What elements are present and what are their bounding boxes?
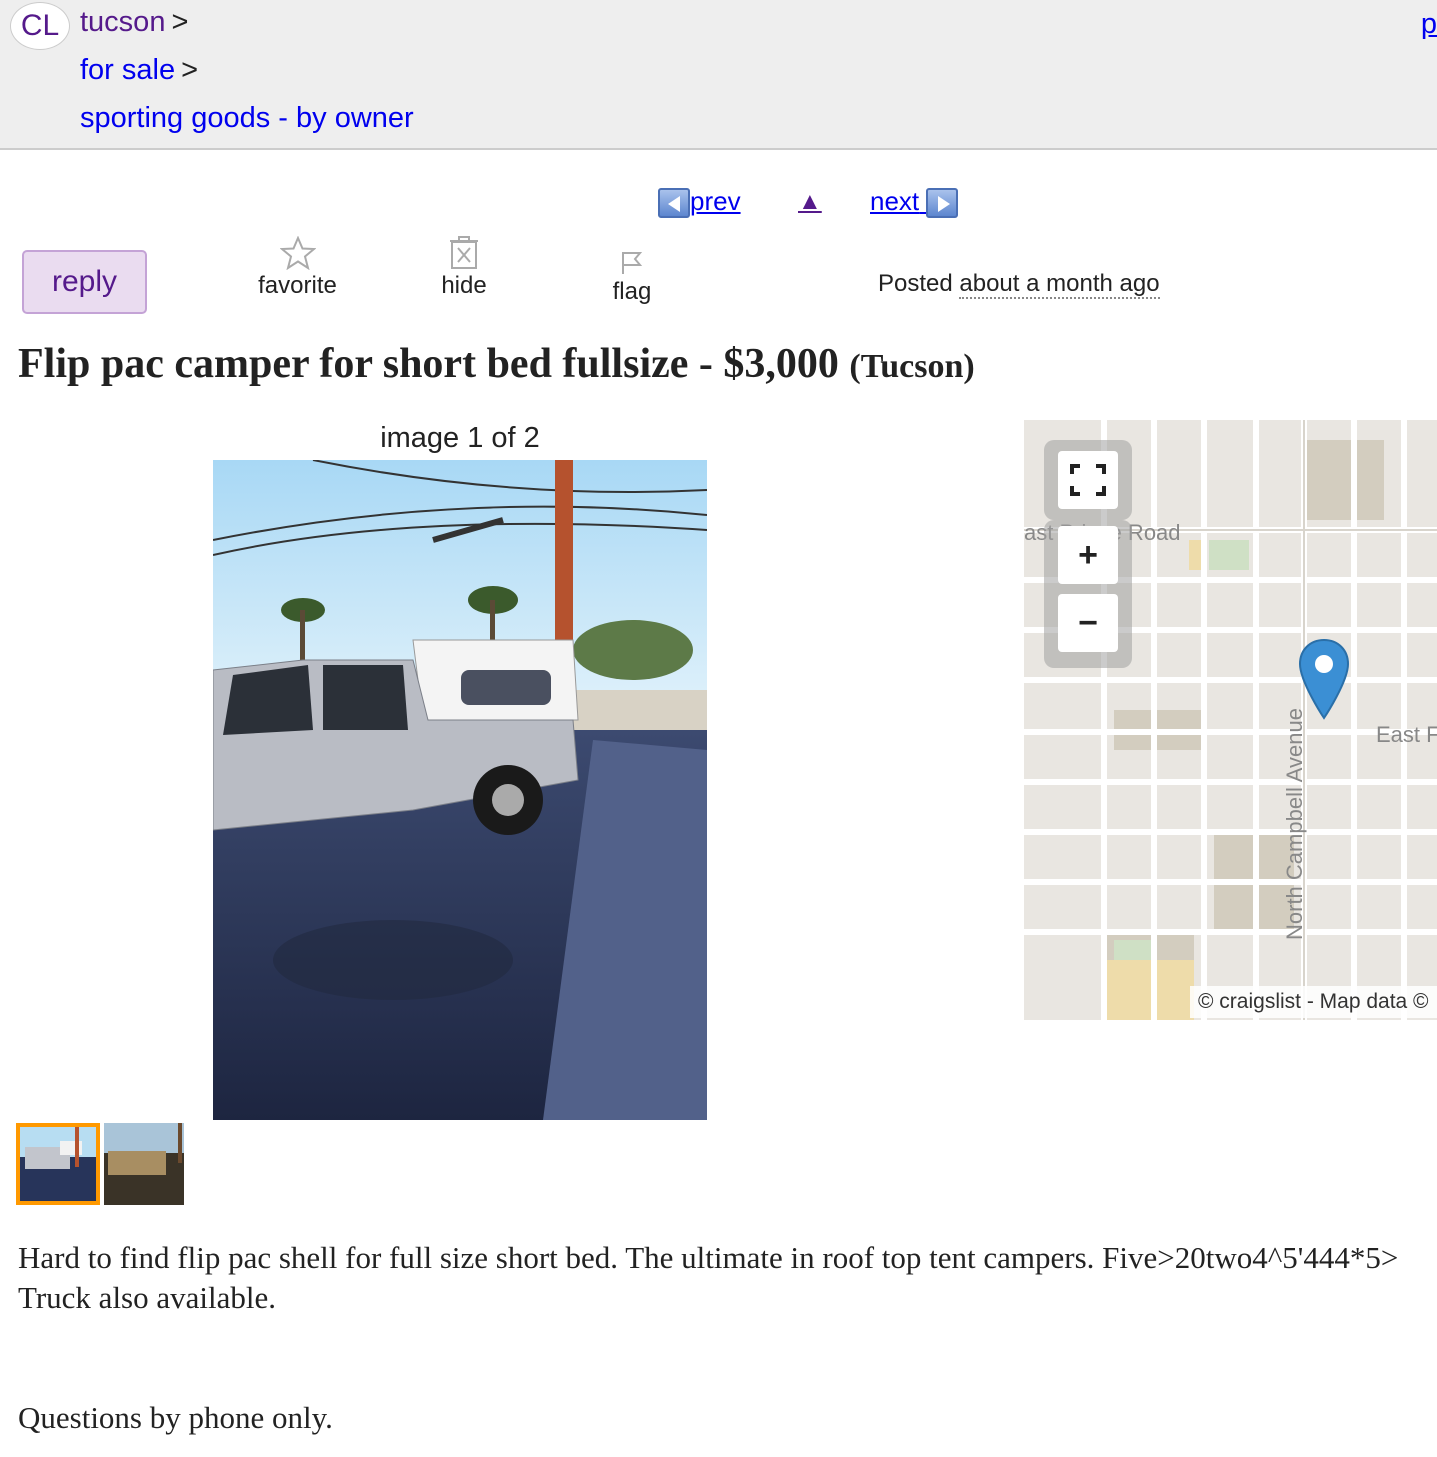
- map-street-campbell: North Campbell Avenue: [1282, 708, 1307, 940]
- hide-button[interactable]: hide: [432, 236, 496, 300]
- breadcrumb-link-tucson[interactable]: tucson: [80, 6, 165, 38]
- body-line-3: Questions by phone only.: [18, 1400, 333, 1435]
- trash-x-icon: [450, 236, 478, 269]
- posted-relative-time: about a month ago: [959, 270, 1160, 299]
- up-to-search-link[interactable]: ▲: [798, 188, 822, 216]
- map-street-east: East F: [1376, 722, 1437, 747]
- breadcrumb-separator: >: [181, 54, 199, 86]
- craigslist-logo[interactable]: CL: [10, 2, 70, 50]
- image-counter: image 1 of 2: [380, 422, 540, 454]
- prev-link[interactable]: prev: [658, 186, 741, 219]
- breadcrumb-sporting-goods: sporting goods - by owner: [80, 102, 414, 135]
- zoom-in-button[interactable]: +: [1058, 526, 1118, 584]
- thumbnail-1[interactable]: [16, 1123, 100, 1205]
- posting-title: Flip pac camper for short bed fullsize -…: [18, 340, 975, 388]
- fullscreen-icon[interactable]: [1058, 451, 1118, 509]
- breadcrumb-tucson: tucson >: [80, 6, 188, 39]
- reply-button[interactable]: reply: [22, 250, 147, 314]
- breadcrumb-separator: >: [171, 6, 189, 38]
- flag-button[interactable]: flag: [604, 250, 660, 306]
- next-link[interactable]: next: [870, 186, 959, 219]
- breadcrumb-for-sale: for sale >: [80, 54, 198, 87]
- map-zoom-group: + −: [1044, 520, 1132, 668]
- body-line-1: Hard to find flip pac shell for full siz…: [18, 1240, 1399, 1275]
- posting-body: Hard to find flip pac shell for full siz…: [18, 1238, 1437, 1438]
- location-map[interactable]: ast Prince Road North Campbell Avenue Ea…: [1024, 420, 1437, 1020]
- posted-date: Posted about a month ago: [878, 270, 1160, 299]
- map-pin-icon[interactable]: [1298, 638, 1350, 720]
- body-line-2: Truck also available.: [18, 1280, 276, 1315]
- map-fullscreen-group: [1044, 440, 1132, 520]
- map-attribution: © craigslist - Map data ©: [1190, 986, 1437, 1018]
- breadcrumb-link-sporting-goods[interactable]: sporting goods - by owner: [80, 102, 414, 134]
- main-listing-image[interactable]: [213, 460, 707, 1120]
- thumbnail-2[interactable]: [104, 1123, 188, 1205]
- favorite-button[interactable]: favorite: [250, 236, 345, 300]
- header-bar: CL tucson > for sale > sporting goods - by…: [0, 0, 1437, 150]
- next-arrow-icon: [926, 188, 959, 219]
- post-link-partial[interactable]: p: [1421, 8, 1437, 41]
- prev-arrow-icon: [658, 188, 690, 219]
- flag-icon: [622, 252, 643, 274]
- star-icon: [279, 236, 316, 270]
- breadcrumb-link-for-sale[interactable]: for sale: [80, 54, 175, 86]
- posting-location: (Tucson): [849, 348, 975, 385]
- posting-title-text: Flip pac camper for short bed fullsize -…: [18, 341, 839, 387]
- zoom-out-button[interactable]: −: [1058, 594, 1118, 652]
